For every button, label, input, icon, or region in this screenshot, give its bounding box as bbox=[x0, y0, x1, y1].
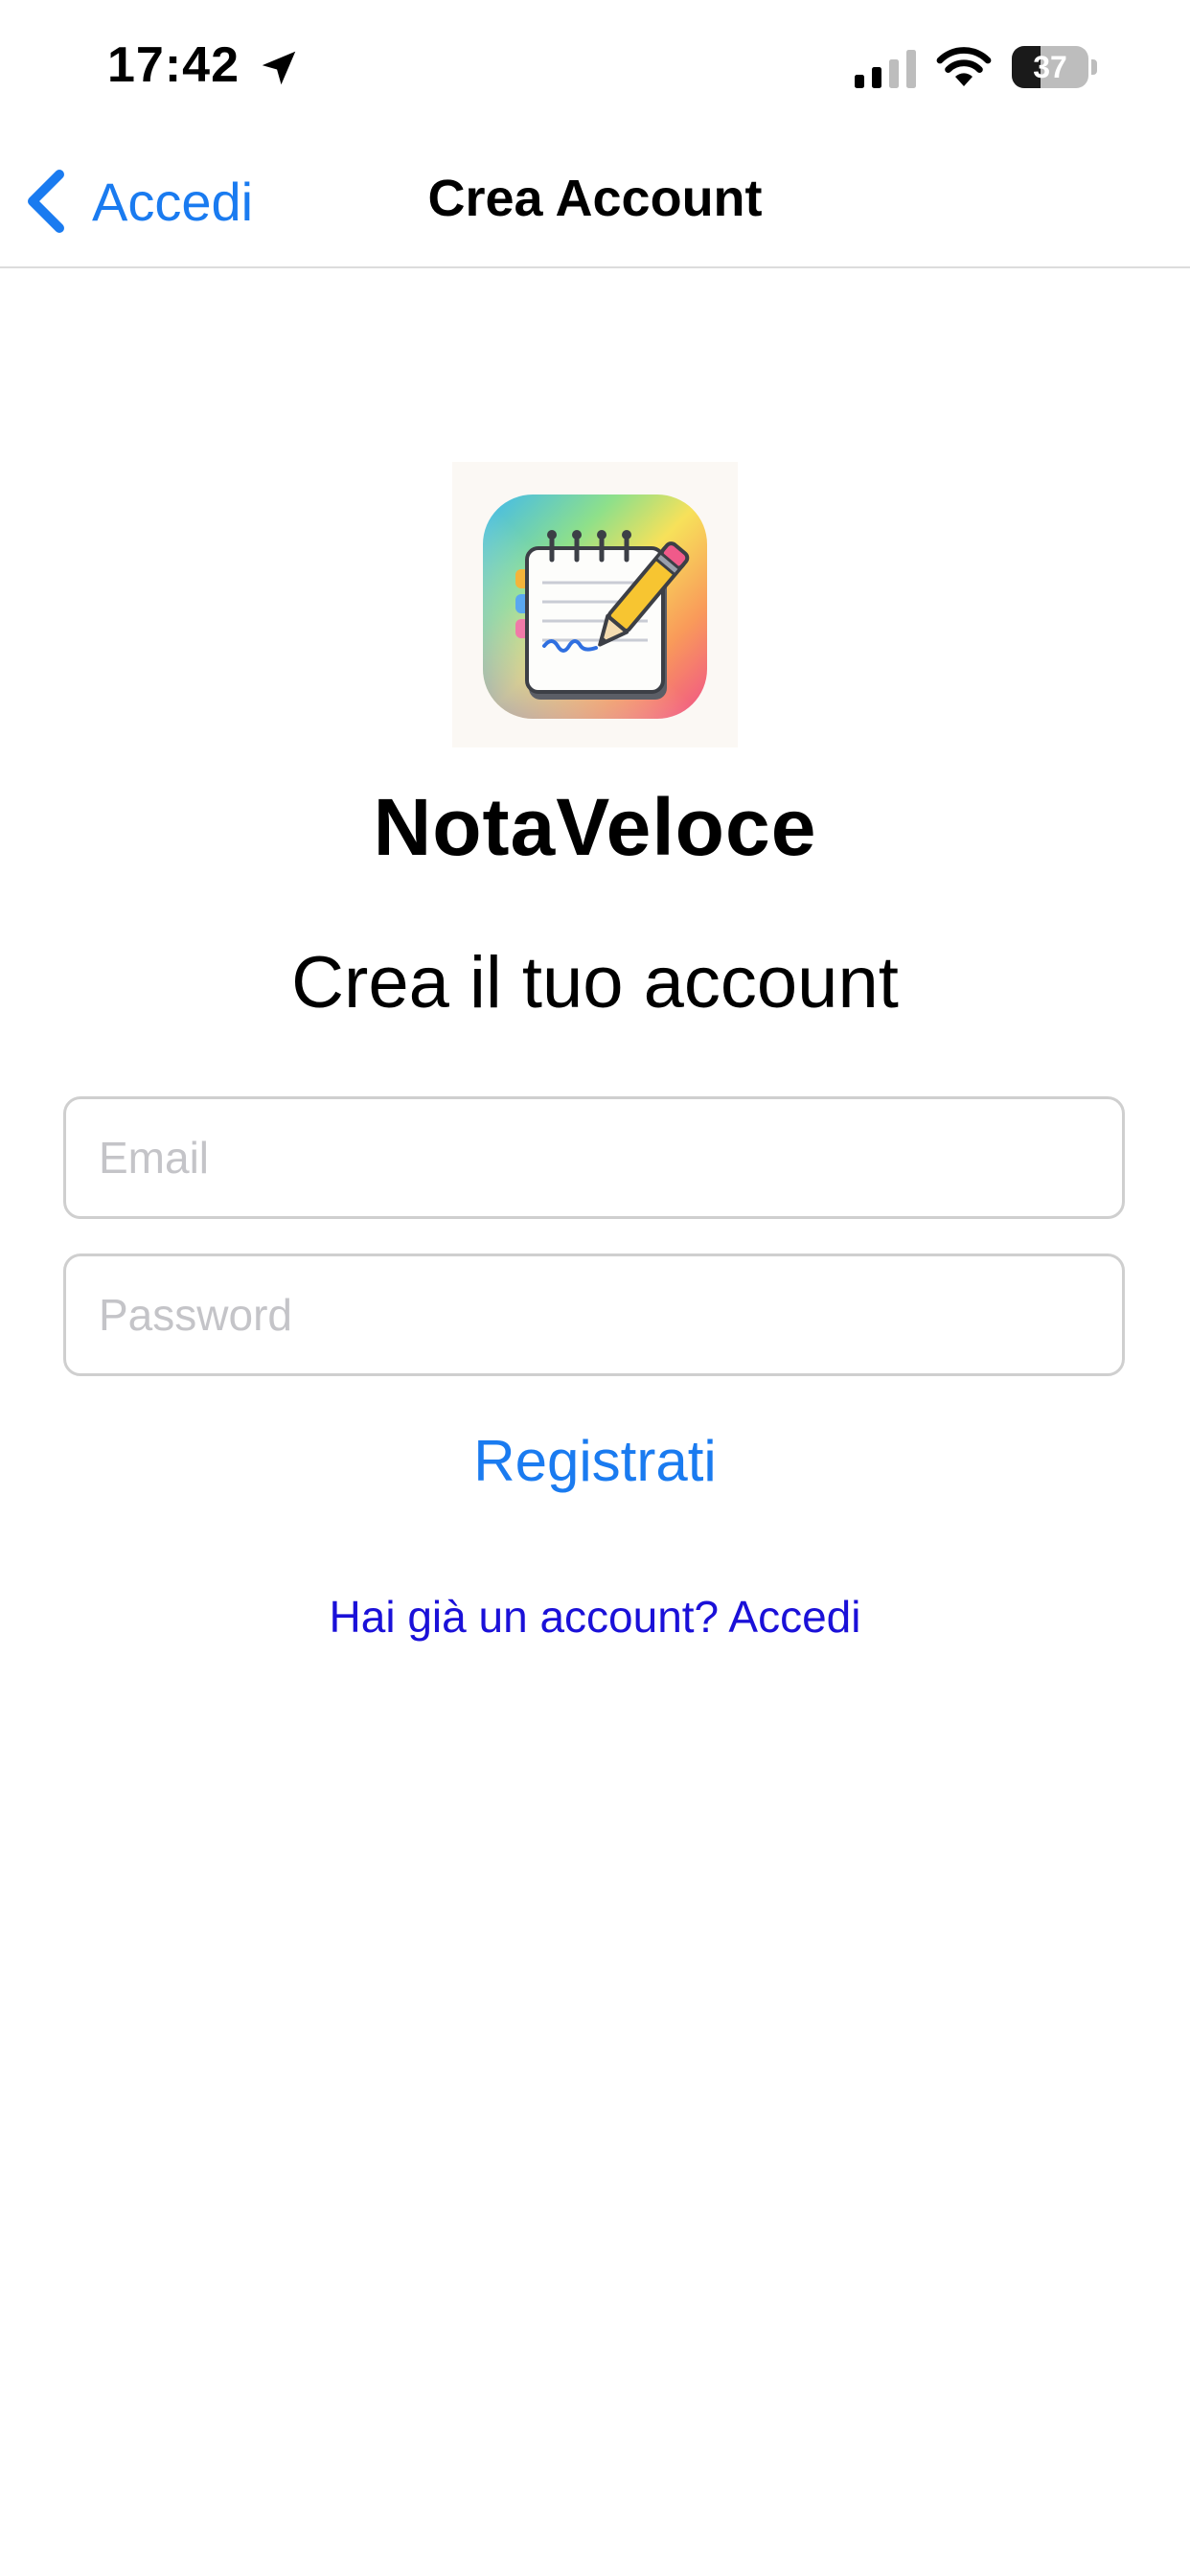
form-heading: Crea il tuo account bbox=[291, 942, 899, 1024]
status-bar: 17:42 37 bbox=[0, 0, 1190, 134]
page-title: Crea Account bbox=[427, 170, 763, 227]
app-name: NotaVeloce bbox=[373, 782, 817, 872]
navigation-bar: Accedi Crea Account bbox=[0, 134, 1190, 268]
email-field[interactable] bbox=[63, 1096, 1125, 1219]
wifi-icon bbox=[936, 47, 992, 86]
notepad-pencil-icon bbox=[483, 494, 707, 719]
login-link[interactable]: Hai già un account? Accedi bbox=[0, 1591, 1190, 1643]
register-button[interactable]: Registrati bbox=[0, 1428, 1190, 1494]
cellular-signal-icon bbox=[855, 50, 916, 88]
battery-level: 37 bbox=[1033, 50, 1067, 84]
status-time: 17:42 bbox=[107, 37, 240, 93]
app-logo bbox=[452, 462, 738, 748]
password-field[interactable] bbox=[63, 1254, 1125, 1376]
battery-icon: 37 bbox=[1012, 46, 1098, 88]
location-arrow-icon bbox=[262, 51, 296, 85]
